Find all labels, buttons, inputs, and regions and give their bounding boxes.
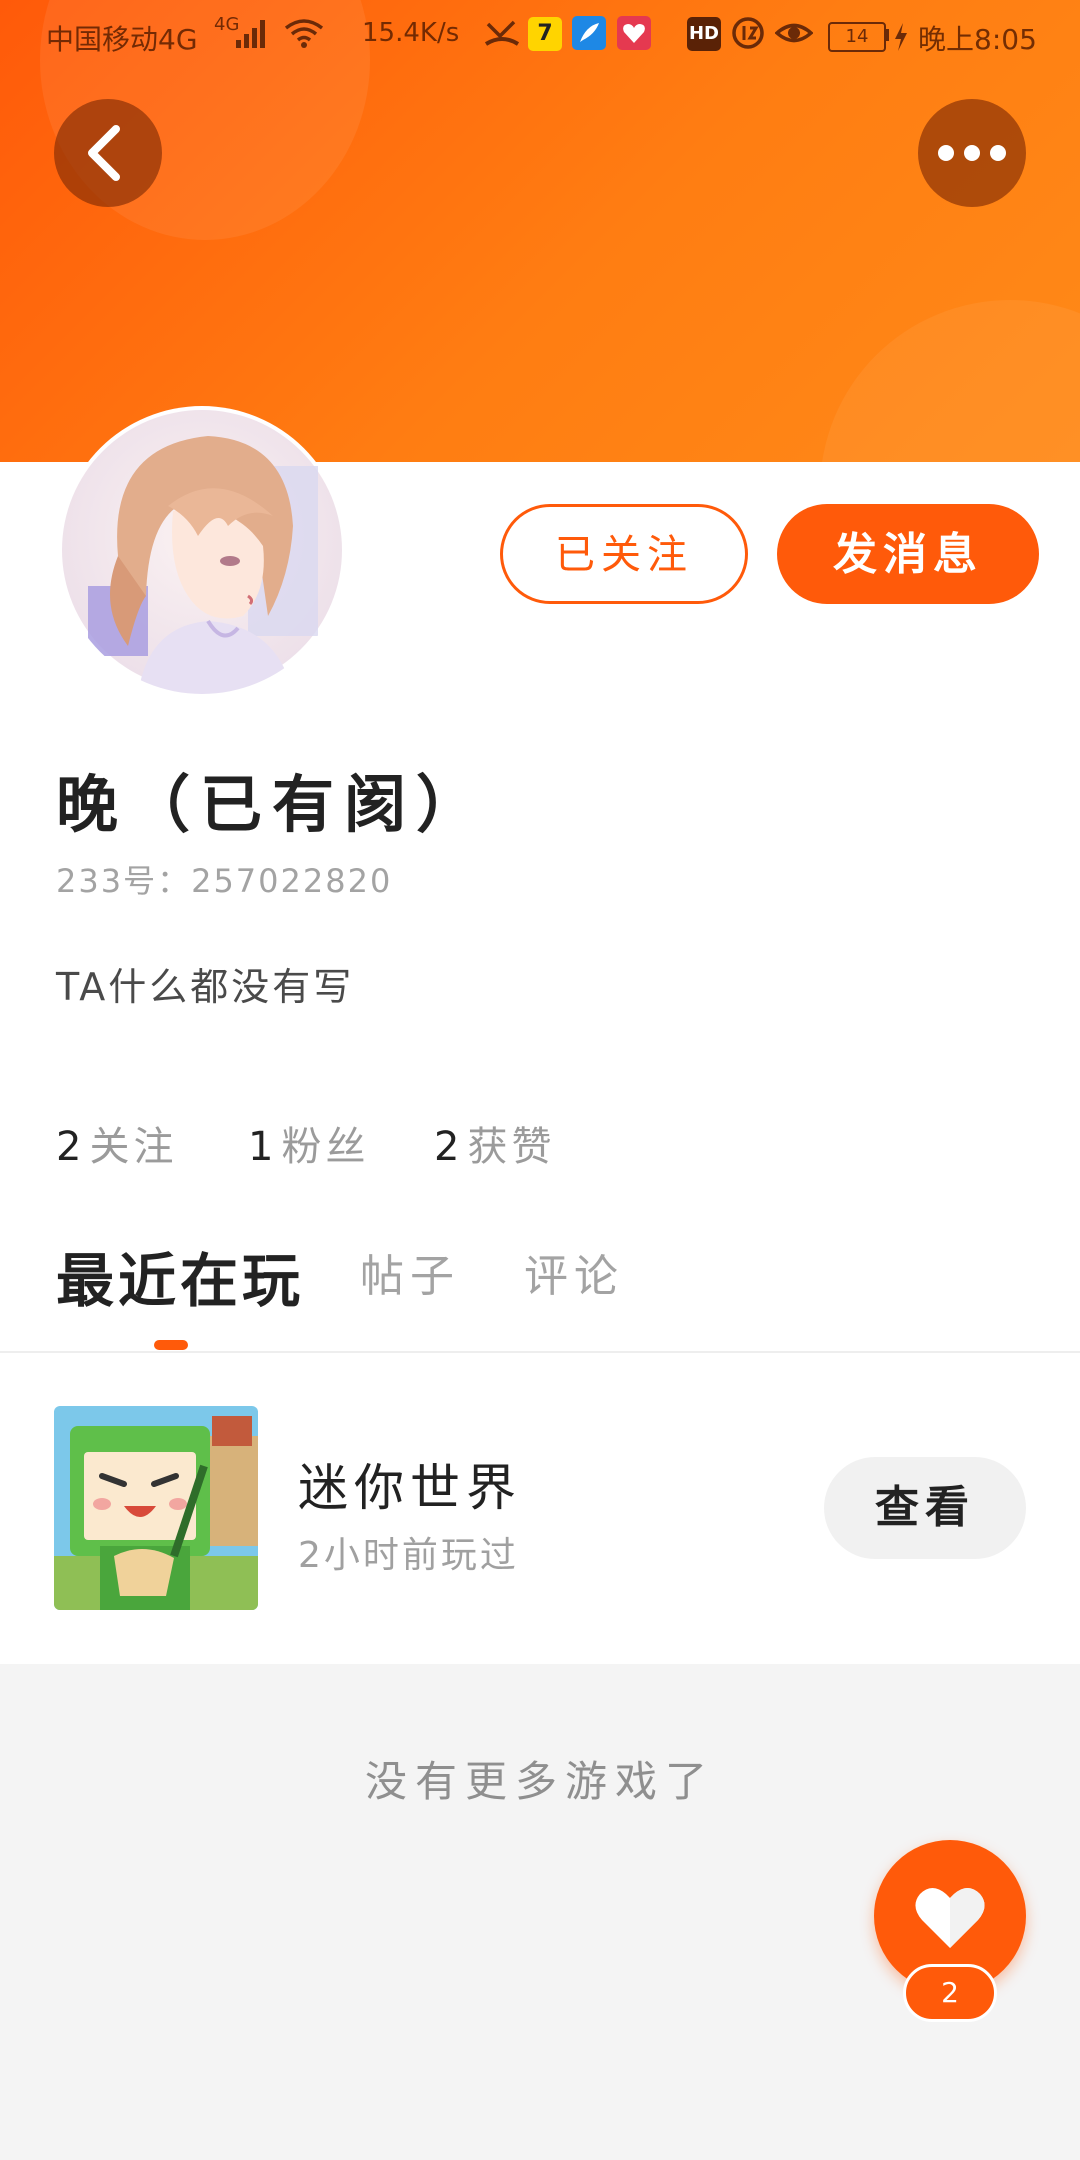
more-horizontal-icon	[938, 145, 1006, 161]
battery-icon: 14	[828, 22, 886, 52]
header-decoration	[820, 300, 1080, 462]
wifi-icon	[284, 19, 324, 48]
more-options-button[interactable]	[918, 99, 1026, 207]
user-id: 233号：257022820	[56, 862, 393, 900]
eye-comfort-icon	[775, 23, 813, 43]
tab-posts[interactable]: 帖子	[360, 1240, 460, 1304]
view-game-button[interactable]: 查看	[824, 1457, 1026, 1559]
feather-app-icon	[572, 16, 606, 50]
game-thumbnail[interactable]	[54, 1406, 258, 1610]
username: 晚（已有阂）	[56, 768, 489, 841]
carrier-label: 中国移动4G	[46, 23, 198, 56]
avatar-illustration	[62, 410, 342, 694]
qq-app-icon: 7	[528, 17, 562, 51]
followed-button[interactable]: 已关注	[500, 504, 748, 604]
network-speed: 15.4K/s	[362, 18, 460, 48]
avatar[interactable]	[58, 406, 346, 694]
likes-count: 2	[434, 1124, 464, 1170]
clock: 晚上8:05	[918, 23, 1037, 56]
following-stat[interactable]: 2 关注	[56, 1114, 177, 1172]
likes-stat: 2 获赞	[434, 1114, 555, 1172]
no-more-games-text: 没有更多游戏了	[364, 1757, 715, 1806]
like-count-badge: 2	[903, 1964, 997, 2022]
game-last-played: 2小时前玩过	[298, 1535, 519, 1576]
charging-icon	[895, 23, 907, 51]
send-message-button[interactable]: 发消息	[777, 504, 1039, 604]
followers-label: 粉丝	[281, 1124, 370, 1170]
hd-badge: HD	[687, 17, 721, 51]
missed-call-icon	[484, 20, 520, 46]
following-label: 关注	[89, 1124, 178, 1170]
followers-count: 1	[248, 1124, 278, 1170]
tab-comments[interactable]: 评论	[524, 1240, 624, 1304]
tab-recently-played[interactable]: 最近在玩	[56, 1234, 304, 1318]
signal-icon	[236, 20, 265, 48]
followers-stat[interactable]: 1 粉丝	[248, 1114, 369, 1172]
battery-tip	[885, 29, 889, 41]
following-count: 2	[56, 1124, 86, 1170]
tab-divider	[0, 1351, 1080, 1353]
back-button[interactable]	[54, 99, 162, 207]
game-cover-art	[54, 1406, 258, 1610]
status-bar: 中国移动4G 4G 15.4K/s 7 HD 14 晚上8:05	[0, 0, 1080, 72]
heart-app-icon	[617, 16, 651, 50]
game-title: 迷你世界	[298, 1459, 522, 1517]
bio-text: TA什么都没有写	[56, 965, 355, 1009]
likes-label: 获赞	[467, 1124, 556, 1170]
data-saver-icon	[732, 17, 764, 49]
chevron-left-icon	[88, 125, 120, 181]
active-tab-indicator	[154, 1340, 188, 1350]
